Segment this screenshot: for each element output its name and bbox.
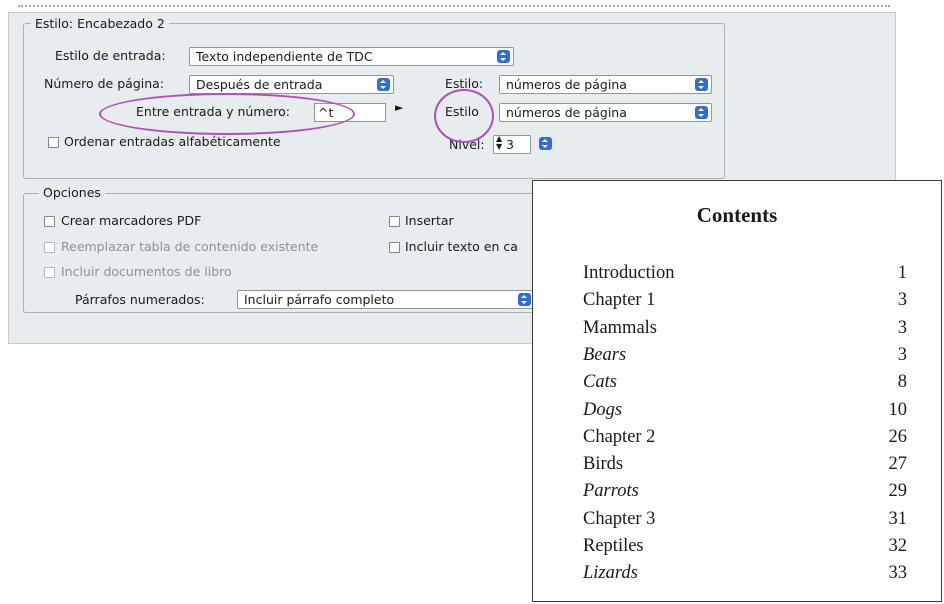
toc-entry: Mammals 3 bbox=[583, 318, 907, 345]
special-chars-menu-icon[interactable]: ► bbox=[395, 101, 403, 114]
create-pdf-bookmarks-checkbox[interactable] bbox=[44, 216, 55, 227]
numbered-paragraphs-value: Incluir párrafo completo bbox=[244, 292, 395, 307]
toc-entry-page: 1 bbox=[897, 263, 907, 283]
toc-entry-page: 29 bbox=[888, 481, 908, 502]
include-book-docs-checkbox[interactable] bbox=[44, 267, 55, 278]
select-arrows-icon bbox=[518, 293, 531, 306]
toc-entry-text: Chapter 1 bbox=[583, 290, 656, 311]
toc-entry: Dogs 10 bbox=[583, 400, 907, 427]
toc-entry-text: Cats bbox=[583, 372, 617, 393]
toc-entry-text: Dogs bbox=[583, 399, 623, 420]
toc-entry-page: 32 bbox=[888, 536, 908, 556]
entry-style-select[interactable]: Texto independiente de TDC bbox=[189, 47, 514, 66]
entry-style-label: Estilo de entrada: bbox=[55, 48, 166, 63]
sort-alphabetically-label: Ordenar entradas alfabéticamente bbox=[64, 134, 281, 149]
toc-entry-page: 3 bbox=[897, 290, 907, 311]
dotted-separator bbox=[18, 5, 890, 7]
toc-entry-page: 3 bbox=[897, 344, 907, 365]
toc-entry-text: Lizards bbox=[583, 563, 638, 584]
toc-title: Contents bbox=[696, 203, 778, 227]
toc-entry: Cats 8 bbox=[583, 372, 907, 399]
insert-label: Insertar bbox=[405, 213, 454, 228]
select-arrows-icon bbox=[695, 106, 708, 119]
select-arrows-icon bbox=[695, 78, 708, 91]
toc-entry-text: Mammals bbox=[583, 317, 657, 338]
create-pdf-bookmarks-label: Crear marcadores PDF bbox=[61, 213, 202, 228]
toc-entry-page: 33 bbox=[888, 563, 908, 584]
level-dropdown[interactable] bbox=[535, 135, 555, 154]
style2-select[interactable]: números de página bbox=[499, 103, 712, 122]
toc-entry-page: 26 bbox=[888, 426, 908, 447]
toc-entry: Chapter 1 3 bbox=[583, 290, 907, 317]
insert-checkbox[interactable] bbox=[389, 216, 400, 227]
toc-entry: Bears 3 bbox=[583, 345, 907, 372]
toc-entry-text: Chapter 3 bbox=[583, 508, 656, 529]
toc-entry: Parrots 29 bbox=[583, 481, 907, 508]
toc-entry-text: Reptiles bbox=[583, 536, 644, 556]
page-number-value: Después de entrada bbox=[196, 77, 323, 92]
style1-select[interactable]: números de página bbox=[499, 75, 712, 94]
highlight-style-label bbox=[434, 89, 494, 143]
toc-entry: Birds 27 bbox=[583, 454, 907, 481]
toc-entry: Introduction 1 bbox=[583, 263, 907, 290]
replace-toc-label: Reemplazar tabla de contenido existente bbox=[61, 239, 319, 254]
sort-alphabetically-checkbox[interactable] bbox=[48, 137, 59, 148]
select-arrows-icon bbox=[497, 50, 510, 63]
style2-value: números de página bbox=[506, 105, 627, 120]
toc-entry-text: Chapter 2 bbox=[583, 426, 656, 447]
entry-style-value: Texto independiente de TDC bbox=[196, 49, 373, 64]
style1-value: números de página bbox=[506, 77, 627, 92]
stepper-arrows-icon[interactable]: ▲ ▼ bbox=[496, 135, 502, 151]
toc-entry-page: 10 bbox=[888, 399, 908, 420]
select-arrows-icon bbox=[539, 137, 552, 150]
toc-entry-text: Parrots bbox=[583, 481, 639, 502]
toc-entry-page: 8 bbox=[897, 372, 907, 393]
style-group-title: Estilo: Encabezado 2 bbox=[31, 16, 169, 31]
toc-entry-page: 27 bbox=[888, 454, 908, 475]
level-value: 3 bbox=[506, 137, 514, 152]
toc-entry: Chapter 2 26 bbox=[583, 427, 907, 454]
toc-entry: Reptiles 32 bbox=[583, 536, 907, 563]
highlight-between-field bbox=[99, 93, 355, 135]
toc-preview-card: Contents Introduction 1 Chapter 1 3 Mammals 3… bbox=[532, 180, 942, 602]
toc-entry-page: 3 bbox=[897, 317, 907, 338]
select-arrows-icon bbox=[377, 78, 390, 91]
toc-entry-page: 31 bbox=[888, 508, 908, 529]
toc-entry-text: Introduction bbox=[583, 263, 675, 283]
numbered-paragraphs-label: Párrafos numerados: bbox=[75, 292, 205, 307]
options-group-title: Opciones bbox=[39, 185, 105, 200]
include-book-docs-label: Incluir documentos de libro bbox=[61, 264, 232, 279]
include-text-label: Incluir texto en ca bbox=[405, 239, 518, 254]
toc-entry: Chapter 3 31 bbox=[583, 509, 907, 536]
replace-toc-checkbox[interactable] bbox=[44, 242, 55, 253]
toc-entry-text: Bears bbox=[583, 344, 627, 365]
page-number-label: Número de página: bbox=[44, 76, 165, 91]
toc-entry-text: Birds bbox=[583, 454, 624, 475]
numbered-paragraphs-select[interactable]: Incluir párrafo completo bbox=[237, 290, 535, 309]
page-number-select[interactable]: Después de entrada bbox=[189, 75, 394, 94]
include-text-checkbox[interactable] bbox=[389, 242, 400, 253]
toc-entry: Lizards 33 bbox=[583, 563, 907, 590]
